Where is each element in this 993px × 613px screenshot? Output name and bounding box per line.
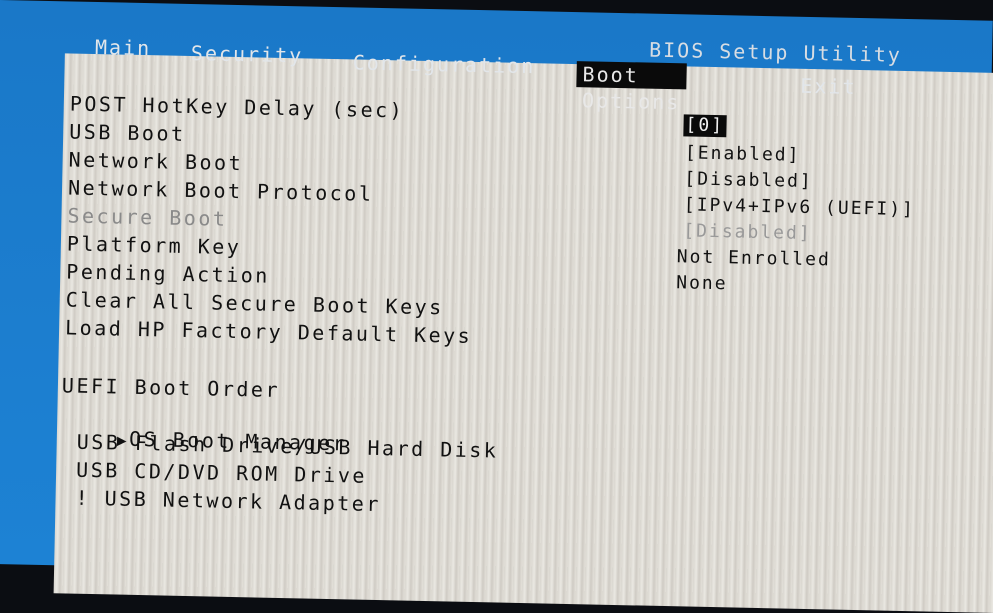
value-network-boot[interactable]: [Disabled] [684,168,813,193]
tab-boot-options[interactable]: Boot Options [576,61,688,114]
value-pending-action: None [676,272,728,295]
setting-usb-boot[interactable]: USB Boot [69,119,186,145]
setting-pending-action[interactable]: Pending Action [66,259,270,287]
setting-network-boot[interactable]: Network Boot [68,147,243,175]
value-post-hotkey-delay[interactable]: [0] [683,114,727,138]
menu-bar: Main Security Configuration Boot Options… [89,34,857,114]
setting-secure-boot: Secure Boot [67,203,228,231]
bios-screen: BIOS Setup Utility Main Security Configu… [0,0,993,613]
value-platform-key: Not Enrolled [676,246,832,271]
value-secure-boot: [Disabled] [683,220,812,245]
tab-exit[interactable]: Exit [794,73,863,100]
tab-security[interactable]: Security [185,40,310,69]
tab-main[interactable]: Main [89,34,158,61]
value-usb-boot[interactable]: [Enabled] [685,142,801,166]
setting-platform-key[interactable]: Platform Key [67,231,242,259]
tab-configuration[interactable]: Configuration [346,49,541,79]
boot-order-heading: UEFI Boot Order [61,373,281,402]
